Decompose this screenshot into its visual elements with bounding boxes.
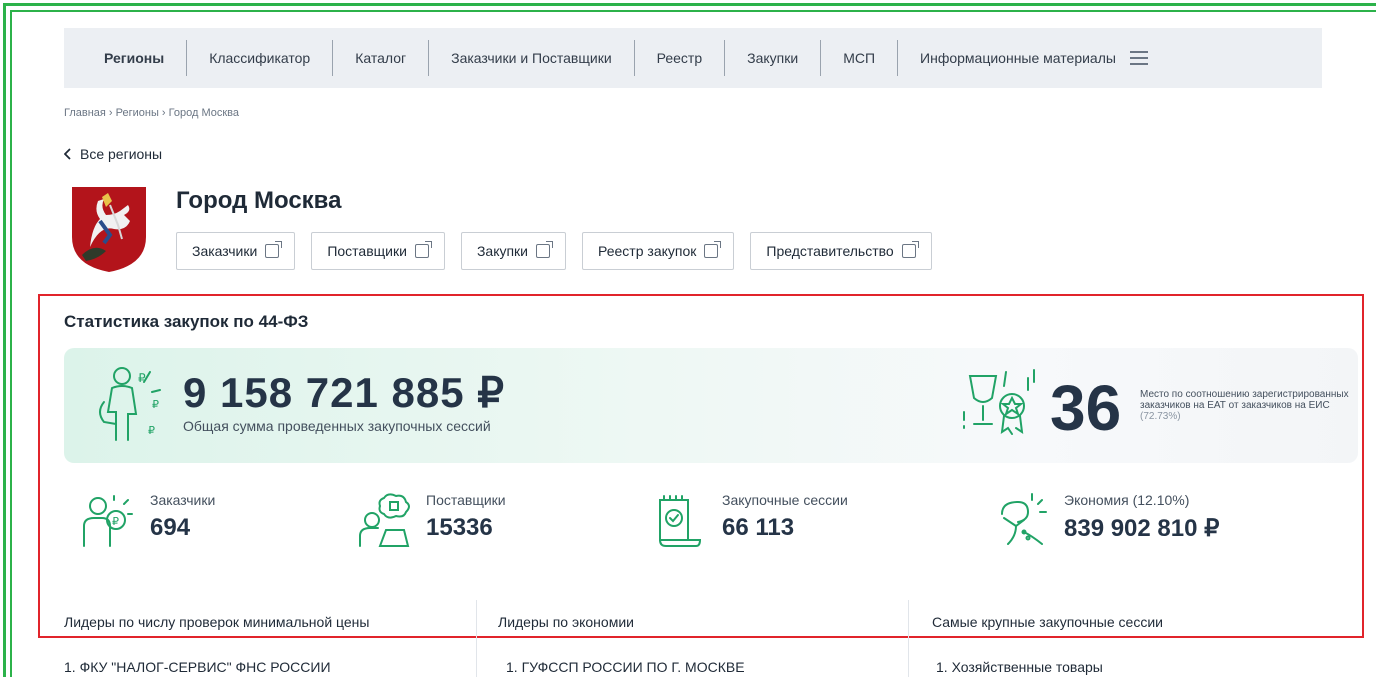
nav-item-regions[interactable]: Регионы <box>64 40 186 76</box>
kpi-customers-label: Заказчики <box>150 492 216 508</box>
menu-icon[interactable] <box>1129 51 1148 65</box>
svg-text:₽: ₽ <box>152 399 159 411</box>
rank-description-text: Место по соотношению зарегистрированных … <box>1140 389 1349 411</box>
kpi-suppliers-value: 15336 <box>426 514 493 541</box>
purchases-link-button[interactable]: Закупки <box>460 232 567 270</box>
kpi-sessions-label: Закупочные сессии <box>722 492 848 508</box>
rank-description: Место по соотношению зарегистрированных … <box>1140 389 1355 422</box>
external-link-icon <box>265 241 283 258</box>
leaders-savings-title: Лидеры по экономии <box>498 614 634 630</box>
nav-item-info-materials-label: Информационные материалы <box>920 50 1116 66</box>
external-link-icon <box>414 241 432 258</box>
nav-item-purchases[interactable]: Закупки <box>724 40 820 76</box>
column-divider <box>476 600 477 677</box>
savings-icon <box>1001 493 1047 545</box>
external-link-icon <box>536 241 554 258</box>
purchase-registry-link-button[interactable]: Реестр закупок <box>582 232 735 270</box>
external-link-icon <box>704 241 722 258</box>
kpi-suppliers: Поставщики 15336 <box>358 492 506 550</box>
coat-of-arms-image <box>72 187 146 272</box>
kpi-savings-value: 839 902 810 ₽ <box>1064 515 1220 542</box>
external-link-icon <box>901 241 919 258</box>
stats-highlight-box <box>38 294 1364 638</box>
list-item[interactable]: 1. ГУФССП РОССИИ ПО Г. МОСКВЕ <box>506 659 745 675</box>
svg-text:₽: ₽ <box>148 425 155 437</box>
kpi-sessions: Закупочные сессии 66 113 <box>656 492 848 550</box>
suppliers-link-button[interactable]: Поставщики <box>311 232 445 270</box>
representative-link-button[interactable]: Представительство <box>750 232 932 270</box>
column-divider <box>908 600 909 677</box>
top-nav: Регионы Классификатор Каталог Заказчики … <box>64 28 1322 88</box>
suppliers-link-label: Поставщики <box>327 243 407 259</box>
supplier-icon <box>359 493 410 547</box>
session-icon <box>659 495 702 547</box>
nav-item-customers-suppliers[interactable]: Заказчики и Поставщики <box>428 40 634 76</box>
customers-link-label: Заказчики <box>192 243 258 259</box>
back-link[interactable]: Все регионы <box>64 146 162 162</box>
money-person-icon: ₽ ₽ ₽ <box>99 367 161 441</box>
total-amount: 9 158 721 885 ₽ <box>183 369 505 416</box>
purchase-registry-link-label: Реестр закупок <box>598 243 697 259</box>
kpi-savings-label: Экономия (12.10%) <box>1064 492 1190 508</box>
customers-link-button[interactable]: Заказчики <box>176 232 296 270</box>
rank-percent: (72.73%) <box>1140 411 1181 422</box>
nav-item-catalog[interactable]: Каталог <box>332 40 428 76</box>
page-title: Город Москва <box>176 187 342 214</box>
kpi-customers-value: 694 <box>150 514 191 541</box>
trophy-icon <box>963 369 1035 435</box>
nav-item-registry[interactable]: Реестр <box>633 40 725 76</box>
customer-icon: ₽ <box>83 495 133 547</box>
breadcrumb[interactable]: Главная › Регионы › Город Москва <box>64 107 239 119</box>
kpi-suppliers-label: Поставщики <box>426 492 506 508</box>
kpi-customers: ₽ Заказчики 694 <box>78 492 215 550</box>
representative-link-label: Представительство <box>766 243 894 259</box>
svg-text:₽: ₽ <box>112 516 119 528</box>
svg-text:₽: ₽ <box>138 371 146 385</box>
stats-title: Статистика закупок по 44-ФЗ <box>64 312 309 331</box>
largest-sessions-title: Самые крупные закупочные сессии <box>932 614 1163 630</box>
kpi-sessions-value: 66 113 <box>722 514 795 541</box>
nav-item-msp[interactable]: МСП <box>820 40 897 76</box>
list-item[interactable]: 1. Хозяйственные товары <box>936 659 1103 675</box>
nav-item-info-materials[interactable]: Информационные материалы <box>897 40 1170 76</box>
region-links: Заказчики Поставщики Закупки Реестр заку… <box>176 232 932 270</box>
purchases-link-label: Закупки <box>476 243 529 259</box>
rank-number: 36 <box>1050 372 1122 444</box>
chevron-left-icon <box>64 148 71 160</box>
kpi-savings: Экономия (12.10%) 839 902 810 ₽ <box>994 492 1219 550</box>
leaders-price-check-title: Лидеры по числу проверок минимальной цен… <box>64 614 370 630</box>
nav-item-classifier[interactable]: Классификатор <box>186 40 332 76</box>
list-item[interactable]: 1. ФКУ "НАЛОГ-СЕРВИС" ФНС РОССИИ <box>64 659 331 675</box>
back-link-label: Все регионы <box>80 146 163 162</box>
total-amount-label: Общая сумма проведенных закупочных сесси… <box>183 418 491 434</box>
